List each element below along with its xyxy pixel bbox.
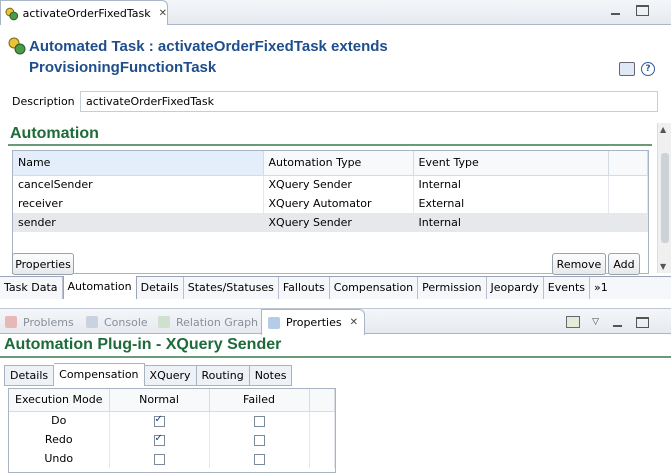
automation-title: Automation — [10, 125, 99, 142]
cell-filler — [608, 194, 648, 213]
remove-button[interactable]: Remove — [552, 253, 606, 275]
scroll-thumb[interactable] — [661, 153, 669, 243]
scroll-up-icon[interactable]: ▲ — [660, 125, 666, 134]
scroll-down-icon[interactable]: ▼ — [660, 262, 666, 271]
column-header-event-type[interactable]: Event Type — [413, 151, 609, 176]
section-divider — [0, 356, 671, 358]
subtab-compensation[interactable]: Compensation — [54, 363, 145, 386]
problems-icon — [5, 316, 17, 328]
editor-tab-bar: activateOrderFixedTask ✕ — [0, 0, 671, 26]
cell-name: receiver — [13, 194, 264, 213]
cell-type: XQuery Sender — [263, 175, 414, 194]
column-header-execution-mode: Execution Mode — [9, 389, 110, 412]
help-icon[interactable]: ? — [641, 62, 655, 76]
table-row[interactable]: receiver XQuery Automator External — [13, 194, 648, 213]
editor-tab-label: activateOrderFixedTask — [22, 7, 151, 20]
tab-details[interactable]: Details — [137, 277, 184, 299]
subtab-notes[interactable]: Notes — [249, 365, 293, 386]
plugin-title: Automation Plug-in - XQuery Sender — [4, 336, 282, 353]
editor-header: Automated Task : activateOrderFixedTask … — [0, 25, 671, 87]
plugin-subtabs: Details Compensation XQuery Routing Note… — [4, 363, 293, 386]
close-icon[interactable]: ✕ — [350, 317, 358, 328]
normal-checkbox[interactable] — [153, 414, 165, 427]
failed-checkbox[interactable] — [253, 415, 265, 427]
editor-tab[interactable]: activateOrderFixedTask ✕ — [0, 0, 168, 26]
tab-states-statuses[interactable]: States/Statuses — [184, 277, 279, 299]
view-tab-console[interactable]: Console — [86, 309, 148, 335]
editor-page-tabs: Task Data Automation Details States/Stat… — [0, 276, 671, 299]
console-icon — [86, 316, 98, 328]
column-header-automation-type[interactable]: Automation Type — [263, 151, 414, 176]
cell-event: External — [413, 194, 609, 213]
cell-type: XQuery Sender — [263, 213, 414, 232]
cell-name: cancelSender — [13, 175, 264, 194]
tab-events[interactable]: Events — [544, 277, 591, 299]
cell-mode: Redo — [9, 430, 110, 449]
description-row: Description — [8, 90, 658, 112]
table-row: Undo — [9, 449, 335, 468]
vertical-scrollbar[interactable]: ▲ ▼ — [657, 123, 671, 273]
column-header-filler — [309, 389, 335, 412]
column-header-normal: Normal — [109, 389, 210, 412]
normal-checkbox[interactable] — [153, 453, 165, 465]
maximize-icon[interactable] — [636, 5, 649, 16]
column-header-filler — [608, 151, 648, 176]
column-header-failed: Failed — [209, 389, 310, 412]
section-divider — [8, 144, 652, 146]
cell-mode: Do — [9, 411, 110, 430]
cell-filler — [608, 175, 648, 194]
view-tab-problems[interactable]: Problems — [5, 309, 74, 335]
subtab-xquery[interactable]: XQuery — [144, 365, 197, 386]
subtab-details[interactable]: Details — [4, 365, 55, 386]
failed-checkbox[interactable] — [253, 434, 265, 446]
view-tab-relation-graph[interactable]: Relation Graph — [158, 309, 258, 335]
cell-name: sender — [13, 213, 264, 232]
validate-icon[interactable] — [619, 62, 635, 76]
cell-event: Internal — [413, 175, 609, 194]
relation-graph-icon — [158, 316, 170, 328]
cell-type: XQuery Automator — [263, 194, 414, 213]
execution-mode-table: Execution Mode Normal Failed Do Redo Und… — [8, 388, 336, 473]
page-title: Automated Task : activateOrderFixedTask … — [29, 36, 388, 78]
column-header-name[interactable]: Name — [13, 151, 264, 176]
failed-checkbox[interactable] — [253, 453, 265, 465]
cell-mode: Undo — [9, 449, 110, 468]
tab-task-data[interactable]: Task Data — [0, 277, 63, 299]
pin-icon[interactable] — [566, 316, 581, 328]
tab-jeopardy[interactable]: Jeopardy — [487, 277, 544, 299]
view-tab-bar: Problems Console Relation Graph Properti… — [0, 308, 671, 335]
tab-permission[interactable]: Permission — [418, 277, 487, 299]
task-icon — [5, 7, 19, 20]
properties-icon — [268, 316, 280, 329]
tab-automation[interactable]: Automation — [62, 276, 137, 299]
subtab-routing[interactable]: Routing — [196, 365, 250, 386]
description-input[interactable] — [80, 90, 658, 112]
page-title-line1: Automated Task : activateOrderFixedTask … — [29, 38, 388, 55]
page-title-line2: ProvisioningFunctionTask — [29, 59, 217, 76]
view-menu-icon[interactable]: ▽ — [592, 317, 599, 327]
normal-checkbox[interactable] — [153, 433, 165, 446]
add-button[interactable]: Add — [608, 253, 640, 275]
properties-button[interactable]: Properties — [12, 253, 74, 275]
close-icon[interactable]: ✕ — [159, 8, 167, 19]
minimize-icon[interactable] — [609, 5, 622, 16]
minimize-icon[interactable] — [611, 317, 624, 328]
table-row: Do — [9, 411, 335, 430]
cell-filler — [608, 213, 648, 232]
tab-fallouts[interactable]: Fallouts — [279, 277, 330, 299]
cell-event: Internal — [413, 213, 609, 232]
table-row: Redo — [9, 430, 335, 449]
task-icon — [8, 37, 26, 55]
tab-compensation[interactable]: Compensation — [330, 277, 419, 299]
table-row[interactable]: cancelSender XQuery Sender Internal — [13, 175, 648, 194]
view-tab-properties[interactable]: Properties ✕ — [261, 309, 365, 335]
table-row[interactable]: sender XQuery Sender Internal — [13, 213, 648, 232]
description-label: Description — [12, 94, 75, 108]
maximize-icon[interactable] — [636, 316, 649, 328]
tab-overflow[interactable]: »1 — [590, 277, 612, 299]
